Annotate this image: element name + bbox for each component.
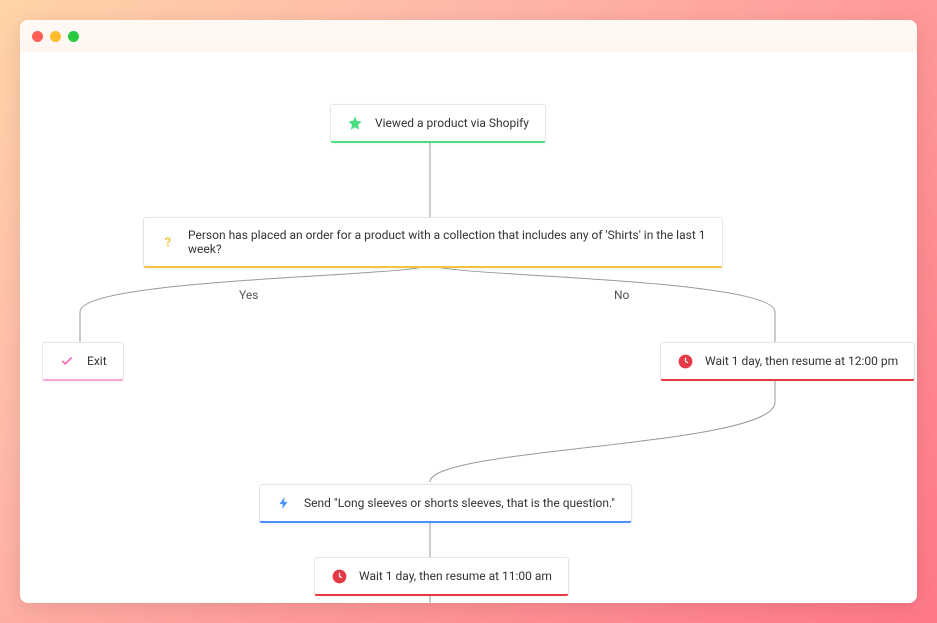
exit-node[interactable]: Exit [42,342,124,381]
send-label: Send "Long sleeves or shorts sleeves, th… [304,496,615,510]
branch-no-label: No [614,288,629,302]
svg-text:?: ? [165,236,171,249]
condition-node[interactable]: ? Person has placed an order for a produ… [143,217,723,268]
star-icon [347,115,363,131]
app-window: Viewed a product via Shopify ? Person ha… [20,20,917,603]
workflow-canvas: Viewed a product via Shopify ? Person ha… [20,52,917,603]
maximize-icon[interactable] [68,31,79,42]
exit-label: Exit [87,354,107,368]
condition-label: Person has placed an order for a product… [188,228,706,256]
wait-label: Wait 1 day, then resume at 11:00 am [359,569,552,583]
check-icon [59,353,75,369]
titlebar [20,20,917,52]
wait-node-2[interactable]: Wait 1 day, then resume at 11:00 am [314,557,569,596]
minimize-icon[interactable] [50,31,61,42]
wait-node-1[interactable]: Wait 1 day, then resume at 12:00 pm [660,342,915,381]
close-icon[interactable] [32,31,43,42]
branch-yes-label: Yes [239,288,258,302]
send-email-node[interactable]: Send "Long sleeves or shorts sleeves, th… [259,484,632,523]
trigger-node[interactable]: Viewed a product via Shopify [330,104,546,143]
question-icon: ? [160,234,176,250]
clock-icon [331,568,347,584]
trigger-label: Viewed a product via Shopify [375,116,529,130]
wait-label: Wait 1 day, then resume at 12:00 pm [705,354,898,368]
clock-icon [677,353,693,369]
bolt-icon [276,495,292,511]
